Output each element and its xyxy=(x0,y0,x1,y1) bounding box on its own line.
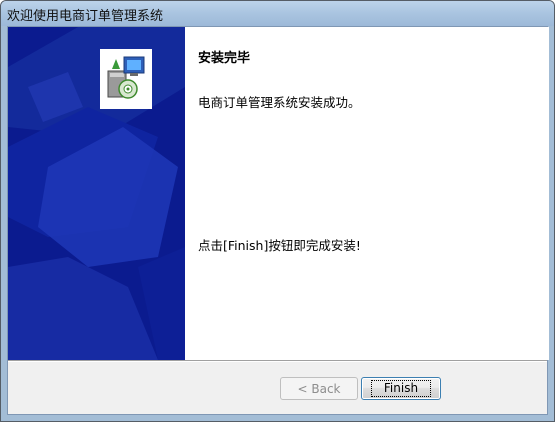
installer-icon-box xyxy=(100,49,152,109)
content-panel: 安装完毕 电商订单管理系统安装成功。 点击[Finish]按钮即完成安装! xyxy=(185,27,549,360)
success-message: 电商订单管理系统安装成功。 xyxy=(198,95,361,110)
hero-graphic xyxy=(8,27,185,360)
finish-button[interactable]: Finish xyxy=(361,377,441,400)
page-heading: 安装完毕 xyxy=(198,51,251,66)
dialog-frame: 安装完毕 电商订单管理系统安装成功。 点击[Finish]按钮即完成安装! < … xyxy=(7,26,549,415)
window-title: 欢迎使用电商订单管理系统 xyxy=(7,9,164,24)
finish-button-label: Finish xyxy=(370,380,432,397)
title-bar[interactable]: 欢迎使用电商订单管理系统 xyxy=(1,1,554,26)
footer-separator xyxy=(8,360,547,362)
back-button[interactable]: < Back xyxy=(280,377,358,400)
installer-package-icon xyxy=(107,56,145,99)
wizard-hero-panel xyxy=(8,27,185,360)
back-button-label: < Back xyxy=(297,381,341,396)
finish-hint: 点击[Finish]按钮即完成安装! xyxy=(198,238,361,253)
installer-window: 欢迎使用电商订单管理系统 安装完毕 电商订单管理系统安装成功。 点击[Finis… xyxy=(0,0,555,422)
